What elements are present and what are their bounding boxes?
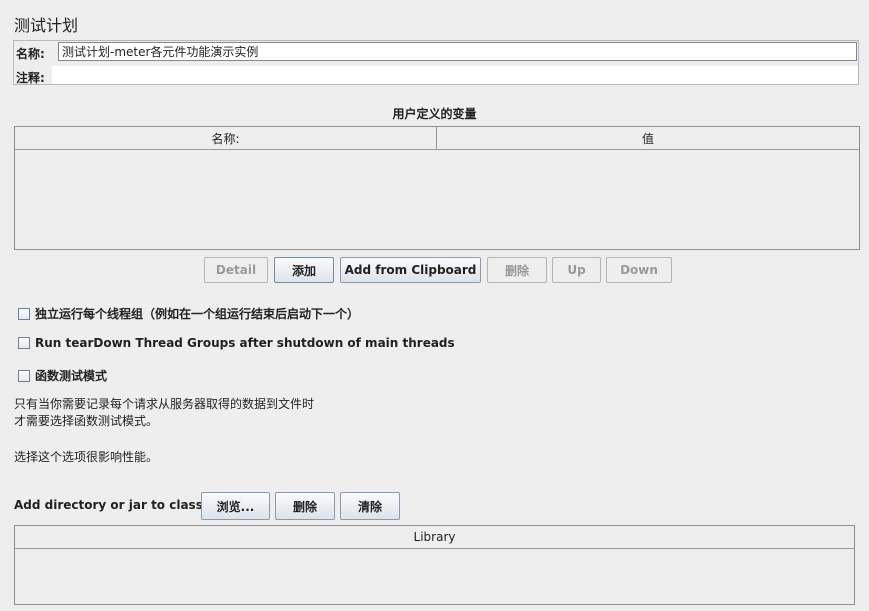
panel-title: 测试计划 [14,16,79,35]
functional-mode-label: 函数测试模式 [35,369,108,383]
clear-classpath-button[interactable]: 清除 [340,492,400,520]
column-header-library[interactable]: Library [15,526,854,549]
comment-input[interactable] [52,66,858,84]
add-from-clipboard-button[interactable]: Add from Clipboard [340,257,481,283]
teardown-checkbox[interactable] [18,337,30,349]
variables-title: 用户定义的变量 [392,107,477,121]
teardown-label: Run tearDown Thread Groups after shutdow… [35,336,455,350]
comment-label: 注释: [16,71,45,85]
up-button[interactable]: Up [552,257,601,283]
browse-button[interactable]: 浏览... [201,492,270,520]
name-label: 名称: [16,47,45,61]
name-input[interactable] [58,42,857,61]
functional-mode-option[interactable]: 函数测试模式 [18,367,107,384]
column-header-name[interactable]: 名称: [15,127,437,149]
help-text-line3: 选择这个选项很影响性能。 [14,450,159,464]
library-table[interactable]: Library [14,525,855,605]
help-text-line1: 只有当你需要记录每个请求从服务器取得的数据到文件时 [14,397,315,411]
functional-mode-checkbox[interactable] [18,369,30,382]
variables-table[interactable]: 名称: 值 [14,126,860,250]
teardown-option[interactable]: Run tearDown Thread Groups after shutdow… [18,336,455,350]
add-button[interactable]: 添加 [274,257,334,283]
delete-classpath-button[interactable]: 删除 [275,492,335,520]
independent-threadgroups-label: 独立运行每个线程组（例如在一个组运行结束后启动下一个） [35,307,360,321]
delete-variable-button[interactable]: 删除 [487,257,547,283]
independent-threadgroups-checkbox[interactable] [18,307,30,320]
variables-table-header: 名称: 值 [15,127,859,150]
help-text-line2: 才需要选择函数测试模式。 [14,414,159,428]
detail-button[interactable]: Detail [204,257,268,283]
independent-threadgroups-option[interactable]: 独立运行每个线程组（例如在一个组运行结束后启动下一个） [18,305,359,322]
column-header-value[interactable]: 值 [437,127,859,149]
down-button[interactable]: Down [606,257,672,283]
